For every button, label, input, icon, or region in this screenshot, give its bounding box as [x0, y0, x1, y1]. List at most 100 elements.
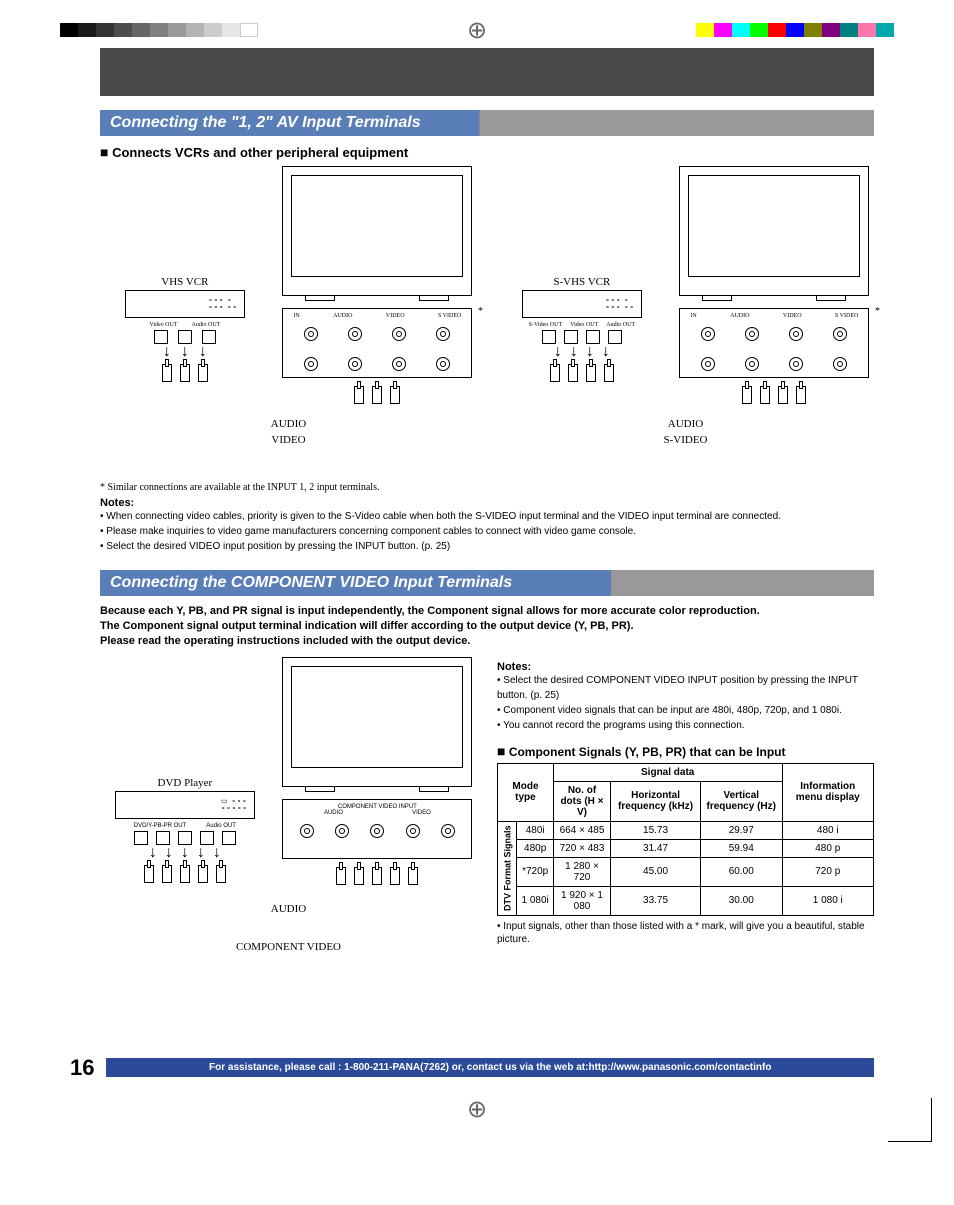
- label-svideo: S VIDEO: [835, 313, 858, 319]
- component-intro-text: Because each Y, PB, and PR signal is inp…: [100, 604, 874, 649]
- label-video: VIDEO: [386, 313, 405, 319]
- plug-icon: [216, 865, 226, 883]
- plug-icon: [586, 364, 596, 382]
- plug-icon: [568, 364, 578, 382]
- label-audio: AUDIO: [333, 313, 352, 319]
- plug-icon: [550, 364, 560, 382]
- component-diagram-col: DVD Player ▭ ∘∘∘∘∘∘∘∘ DVD/Y-PB-PR OUT Au…: [100, 657, 477, 1037]
- signal-table-title: ■ Component Signals (Y, PB, PR) that can…: [497, 743, 874, 759]
- asterisk-note-icon: *: [478, 306, 483, 317]
- bullet-icon: ■: [497, 743, 505, 759]
- section-title-av-inputs: Connecting the "1, 2" AV Input Terminals: [100, 110, 874, 136]
- note-item: Select the desired VIDEO input position …: [100, 539, 874, 554]
- table-row: *720p 1 280 × 720 45.00 60.00 720 p: [498, 857, 874, 886]
- device-label-svhs: S-VHS VCR: [553, 276, 610, 288]
- section-title-component: Connecting the COMPONENT VIDEO Input Ter…: [100, 570, 874, 596]
- cell-hfreq: 15.73: [611, 821, 701, 839]
- plug-icon: [144, 865, 154, 883]
- cable-label-audio: AUDIO: [271, 418, 306, 430]
- table-footnote: Input signals, other than those listed w…: [497, 920, 874, 947]
- arrow-down-icon: ↓: [149, 845, 157, 861]
- jack-icon: [134, 831, 148, 845]
- cell-mode: 480p: [517, 839, 553, 857]
- th-hfreq: Horizontal frequency (kHz): [611, 781, 701, 821]
- cell-dots: 1 920 × 1 080: [553, 886, 610, 915]
- cell-vfreq: 60.00: [701, 857, 783, 886]
- notes-heading-2: Notes:: [497, 661, 874, 673]
- arrow-down-icon: ↓: [163, 344, 171, 360]
- table-row: 1 080i 1 920 × 1 080 33.75 30.00 1 080 i: [498, 886, 874, 915]
- cell-vfreq: 30.00: [701, 886, 783, 915]
- th-signal-data: Signal data: [553, 763, 782, 781]
- jack-icon: [222, 831, 236, 845]
- color-bar: [696, 23, 894, 37]
- crop-mark-icon: [888, 1098, 932, 1142]
- plug-icon: [198, 865, 208, 883]
- table-row: 480p 720 × 483 31.47 59.94 480 p: [498, 839, 874, 857]
- diagram-svhs: S-VHS VCR ∘∘∘ ∘∘∘∘ ∘∘ S-Video OUT Video …: [497, 166, 874, 476]
- notes-list-2: Select the desired COMPONENT VIDEO INPUT…: [497, 673, 874, 733]
- jack-icon: [542, 330, 556, 344]
- plug-icon: [796, 386, 806, 404]
- plug-icon: [336, 867, 346, 885]
- vhs-device-icon: ∘∘∘ ∘∘∘∘ ∘∘: [125, 290, 245, 318]
- jack-icon: [608, 330, 622, 344]
- cell-mode: 480i: [517, 821, 553, 839]
- av-diagrams-row: VHS VCR ∘∘∘ ∘∘∘∘ ∘∘ Video OUT Audio OUT: [100, 166, 874, 476]
- cell-mode: *720p: [517, 857, 553, 886]
- cell-dots: 1 280 × 720: [553, 857, 610, 886]
- label-video-out: Video OUT: [149, 322, 177, 328]
- label-in: IN: [293, 313, 299, 319]
- label-video: VIDEO: [783, 313, 802, 319]
- plug-icon: [390, 386, 400, 404]
- diagram-vhs: VHS VCR ∘∘∘ ∘∘∘∘ ∘∘ Video OUT Audio OUT: [100, 166, 477, 476]
- note-item: Please make inquiries to video game manu…: [100, 524, 874, 539]
- arrow-down-icon: ↓: [181, 344, 189, 360]
- cell-hfreq: 45.00: [611, 857, 701, 886]
- cable-label-audio: AUDIO: [271, 903, 306, 915]
- plug-icon: [408, 867, 418, 885]
- component-notes-table-col: Notes: Select the desired COMPONENT VIDE…: [497, 657, 874, 1037]
- label-svideo: S VIDEO: [438, 313, 461, 319]
- cable-label-audio: AUDIO: [668, 418, 703, 430]
- tv-rear-icon: [282, 166, 472, 296]
- plug-icon: [180, 364, 190, 382]
- note-item: Component video signals that can be inpu…: [497, 703, 874, 718]
- av-input-panel-icon: IN AUDIO VIDEO S VIDEO: [679, 308, 869, 378]
- th-vfreq: Vertical frequency (Hz): [701, 781, 783, 821]
- plug-icon: [162, 865, 172, 883]
- plug-icon: [372, 386, 382, 404]
- av-input-panel-icon: IN AUDIO VIDEO S VIDEO: [282, 308, 472, 378]
- jack-icon: [202, 330, 216, 344]
- table-row: DTV Format Signals 480i 664 × 485 15.73 …: [498, 821, 874, 839]
- plug-icon: [778, 386, 788, 404]
- component-signals-table: Mode type Signal data Information menu d…: [497, 763, 874, 916]
- subhead-connects-vcr: ■ Connects VCRs and other peripheral equ…: [100, 144, 874, 160]
- cell-display: 720 p: [782, 857, 874, 886]
- label-video: VIDEO: [412, 810, 431, 816]
- plug-icon: [180, 865, 190, 883]
- plug-icon: [390, 867, 400, 885]
- cell-display: 480 i: [782, 821, 874, 839]
- page-number: 16: [70, 1055, 94, 1081]
- jack-icon: [178, 330, 192, 344]
- cell-dots: 720 × 483: [553, 839, 610, 857]
- plug-icon: [372, 867, 382, 885]
- note-item: When connecting video cables, priority i…: [100, 509, 874, 524]
- jack-icon: [200, 831, 214, 845]
- subhead-text: Connects VCRs and other peripheral equip…: [112, 145, 408, 160]
- cell-vfreq: 59.94: [701, 839, 783, 857]
- plug-icon: [354, 386, 364, 404]
- arrow-down-icon: ↓: [602, 344, 610, 360]
- plug-icon: [742, 386, 752, 404]
- th-info-menu: Information menu display: [782, 763, 874, 821]
- cell-display: 1 080 i: [782, 886, 874, 915]
- arrow-down-icon: ↓: [586, 344, 594, 360]
- arrow-down-icon: ↓: [181, 845, 189, 861]
- cell-mode: 1 080i: [517, 886, 553, 915]
- cable-label-video: VIDEO: [271, 434, 305, 446]
- component-row: DVD Player ▭ ∘∘∘∘∘∘∘∘ DVD/Y-PB-PR OUT Au…: [100, 657, 874, 1037]
- cable-label-svideo: S-VIDEO: [664, 434, 708, 446]
- bullet-icon: ■: [100, 144, 108, 160]
- arrow-down-icon: ↓: [197, 845, 205, 861]
